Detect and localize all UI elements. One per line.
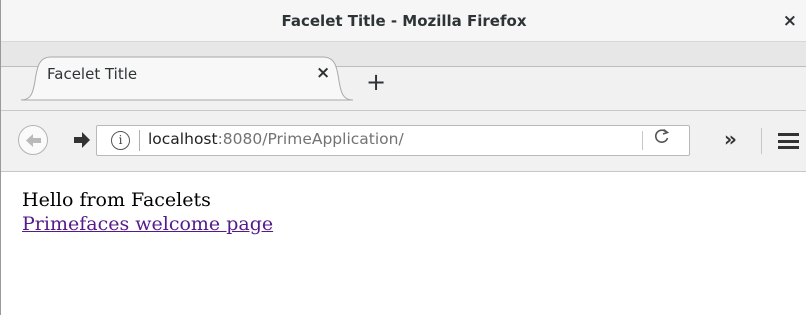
window-title: Facelet Title - Mozilla Firefox bbox=[281, 12, 527, 30]
url-text[interactable]: localhost:8080/PrimeApplication/ bbox=[148, 130, 404, 148]
tab-close-icon[interactable]: × bbox=[316, 63, 330, 83]
reload-separator bbox=[642, 131, 643, 150]
toolbar-separator bbox=[761, 128, 762, 154]
tab-label: Facelet Title bbox=[47, 65, 138, 83]
page-info-icon[interactable]: i bbox=[111, 131, 130, 150]
hamburger-menu-icon[interactable] bbox=[778, 133, 799, 149]
new-tab-button[interactable]: + bbox=[364, 70, 388, 95]
reload-glyph bbox=[655, 128, 670, 143]
browser-window: Facelet Title - Mozilla Firefox × Facele… bbox=[0, 0, 806, 315]
toolbar-divider bbox=[1, 110, 806, 111]
window-close-button[interactable]: × bbox=[783, 0, 797, 42]
back-arrow-icon bbox=[26, 134, 41, 147]
back-button[interactable] bbox=[18, 125, 48, 155]
url-separator bbox=[139, 130, 140, 151]
reload-icon[interactable] bbox=[653, 128, 670, 150]
overflow-chevron-button[interactable]: » bbox=[724, 127, 737, 151]
tab-facelet-title[interactable]: Facelet Title × bbox=[21, 53, 353, 101]
primefaces-welcome-link[interactable]: Primefaces welcome page bbox=[22, 213, 273, 235]
title-bar: Facelet Title - Mozilla Firefox × bbox=[1, 0, 806, 42]
url-host: localhost bbox=[148, 130, 218, 148]
greeting-text: Hello from Facelets bbox=[22, 189, 211, 211]
forward-button[interactable] bbox=[73, 130, 91, 150]
url-path: :8080/PrimeApplication/ bbox=[217, 130, 404, 148]
page-content: Hello from Facelets Primefaces welcome p… bbox=[2, 172, 806, 315]
forward-arrow-icon bbox=[74, 132, 90, 148]
